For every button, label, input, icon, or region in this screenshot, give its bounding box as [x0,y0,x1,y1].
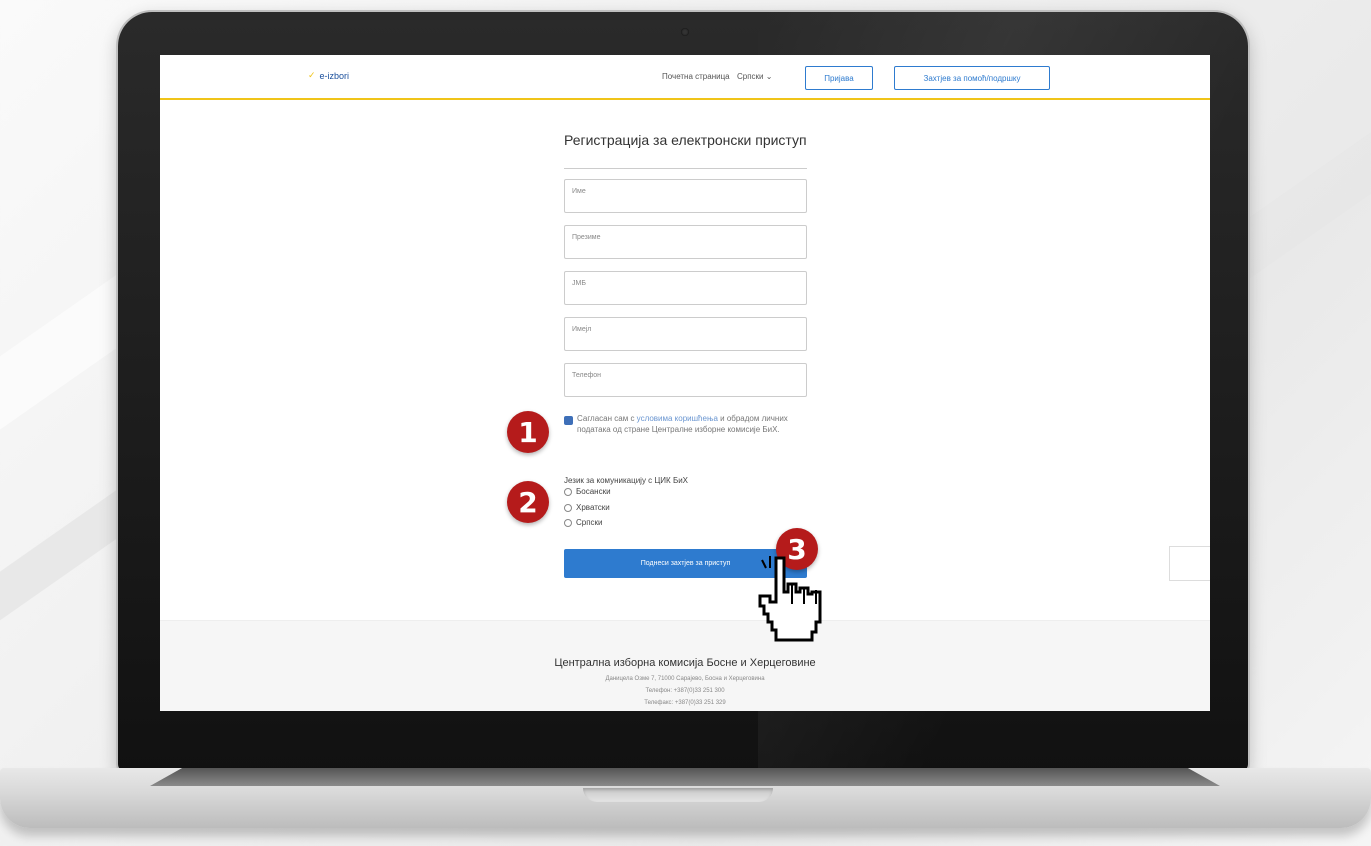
footer-fax: Телефакс: +387(0)33 251 329 [644,700,726,706]
navbar: ✓ e-izbori Почетна страница Српски ⌄ При… [160,55,1210,100]
language-option-bosnian[interactable]: Босански [564,487,611,496]
radio-label: Српски [576,518,603,527]
support-request-button[interactable]: Захтјев за помоћ/подршку [894,66,1050,90]
browser-screen: ✓ e-izbori Почетна страница Српски ⌄ При… [160,55,1210,711]
footer-phone: Телефон: +387(0)33 251 300 [645,688,725,694]
field-placeholder: Презиме [572,234,601,241]
step-marker-1: 1 [507,411,549,453]
language-section-title: Језик за комуникацију с ЦИК БиХ [564,476,688,485]
last-name-field[interactable]: Презиме [564,225,807,259]
logo-text: e-izbori [319,70,350,81]
step-marker-2: 2 [507,481,549,523]
radio-icon [564,518,572,527]
webcam-icon [681,28,689,36]
field-placeholder: Име [572,188,586,195]
logo-icon: ✓ [308,70,316,80]
consent-text: Сагласан сам с условима коришћења и обра… [577,413,817,435]
email-field[interactable]: Имејл [564,317,807,351]
terms-link[interactable]: условима коришћења [637,414,718,423]
keyboard [150,768,1220,786]
field-placeholder: JMБ [572,280,586,287]
footer-title: Централна изборна комисија Босне и Херце… [554,657,816,669]
hand-pointer-icon [758,556,822,642]
phone-field[interactable]: Телефон [564,363,807,397]
laptop-notch [583,788,773,802]
language-dropdown[interactable]: Српски ⌄ [737,72,772,81]
radio-label: Босански [576,487,611,496]
language-label: Српски [737,72,764,81]
language-option-serbian[interactable]: Српски [564,518,603,527]
consent-checkbox[interactable] [564,416,573,425]
login-button[interactable]: Пријава [805,66,873,90]
footer-address: Даницела Озме 7, 71000 Сарајево, Босна и… [605,676,765,682]
radio-icon [564,503,572,512]
page-title: Регистрација за електронски приступ [564,132,807,148]
language-option-croatian[interactable]: Хрватски [564,503,610,512]
nav-home-link[interactable]: Почетна страница [662,72,730,81]
chevron-down-icon: ⌄ [765,72,773,81]
jmb-field[interactable]: JMБ [564,271,807,305]
consent-prefix: Сагласан сам с [577,414,637,423]
site-logo[interactable]: ✓ e-izbori [308,70,349,81]
first-name-field[interactable]: Име [564,179,807,213]
field-placeholder: Имејл [572,326,592,333]
field-placeholder: Телефон [572,372,602,379]
footer: Централна изборна комисија Босне и Херце… [160,620,1210,711]
radio-icon [564,487,572,496]
divider [564,168,807,169]
side-widget[interactable] [1169,546,1210,581]
radio-label: Хрватски [576,503,610,512]
